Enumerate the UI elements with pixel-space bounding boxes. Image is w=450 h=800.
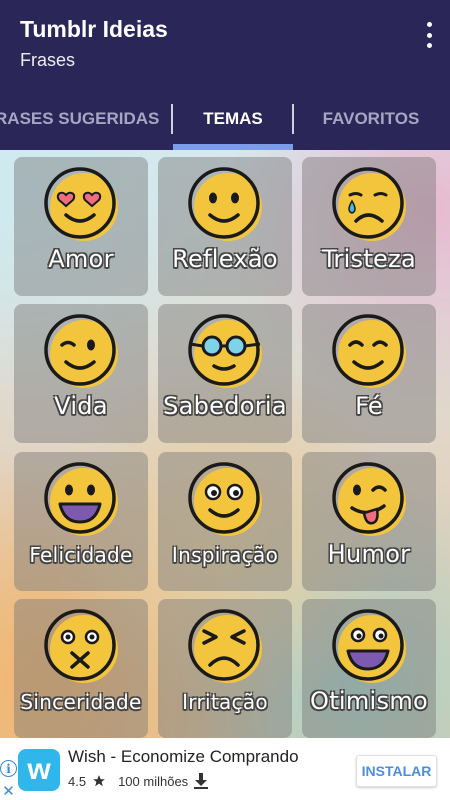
star-icon — [93, 775, 105, 787]
tab-frases-sugeridas[interactable]: FRASES SUGERIDAS — [0, 100, 162, 150]
sealed-mouth-emoji-icon — [44, 609, 118, 683]
wish-logo-icon: w — [18, 749, 60, 791]
theme-label: Felicidade — [29, 543, 133, 567]
theme-card-vida[interactable]: Vida — [14, 304, 148, 443]
grin-emoji-icon — [44, 462, 118, 536]
glasses-emoji-icon — [188, 314, 262, 388]
ad-downloads: 100 milhões — [118, 773, 189, 789]
app-subtitle: Frases — [20, 50, 76, 70]
app-title: Tumblr Ideias — [20, 16, 168, 42]
theme-card-sabedoria[interactable]: Sabedoria — [158, 304, 292, 443]
theme-label: Irritação — [182, 690, 268, 714]
crying-emoji-icon — [332, 167, 406, 241]
ad-close-icon[interactable]: ✕ — [0, 783, 17, 800]
tab-temas[interactable]: TEMAS — [173, 100, 293, 150]
excited-emoji-icon — [332, 609, 406, 683]
theme-card-fe[interactable]: Fé — [302, 304, 436, 443]
theme-card-sinceridade[interactable]: Sinceridade — [14, 599, 148, 738]
themes-grid: Amor Reflexão Tristeza Vida Sabedoria Fé… — [0, 150, 450, 738]
ad-title[interactable]: Wish - Economize Comprando — [68, 747, 299, 767]
theme-label: Tristeza — [321, 245, 417, 273]
tab-favoritos[interactable]: FAVORITOS — [306, 100, 436, 150]
tab-bar: FRASES SUGERIDAS TEMAS FAVORITOS — [0, 100, 450, 150]
ad-banner[interactable]: i ✕ w Wish - Economize Comprando 4.5 100… — [0, 738, 450, 800]
download-icon — [194, 773, 209, 789]
theme-label: Amor — [48, 245, 114, 273]
content-emoji-icon — [332, 314, 406, 388]
app-bar: Tumblr Ideias Frases FRASES SUGERIDAS TE… — [0, 0, 450, 150]
tab-divider — [292, 104, 294, 134]
theme-label: Otimismo — [310, 687, 428, 715]
wink-emoji-icon — [44, 314, 118, 388]
theme-label: Sinceridade — [20, 690, 142, 714]
theme-card-otimismo[interactable]: Otimismo — [302, 599, 436, 738]
theme-card-inspiracao[interactable]: Inspiração — [158, 452, 292, 591]
theme-label: Humor — [327, 540, 411, 568]
theme-card-humor[interactable]: Humor — [302, 452, 436, 591]
theme-label: Inspiração — [171, 543, 279, 567]
theme-label: Vida — [54, 392, 108, 420]
frustrated-emoji-icon — [188, 609, 262, 683]
smile-emoji-icon — [188, 167, 262, 241]
theme-card-felicidade[interactable]: Felicidade — [14, 452, 148, 591]
wide-eyed-emoji-icon — [188, 462, 262, 536]
tongue-out-emoji-icon — [332, 462, 406, 536]
theme-card-tristeza[interactable]: Tristeza — [302, 157, 436, 296]
theme-label: Reflexão — [172, 245, 278, 273]
theme-card-reflexao[interactable]: Reflexão — [158, 157, 292, 296]
theme-card-irritacao[interactable]: Irritação — [158, 599, 292, 738]
ad-info-icon[interactable]: i — [0, 760, 17, 777]
theme-label: Sabedoria — [163, 392, 287, 420]
theme-label: Fé — [355, 392, 383, 420]
ad-meta: 4.5 100 milhões — [68, 773, 209, 789]
theme-card-amor[interactable]: Amor — [14, 157, 148, 296]
ad-rating: 4.5 — [68, 773, 87, 789]
heart-eyes-emoji-icon — [44, 167, 118, 241]
overflow-menu-icon[interactable] — [422, 22, 436, 48]
install-button[interactable]: INSTALAR — [356, 755, 437, 787]
